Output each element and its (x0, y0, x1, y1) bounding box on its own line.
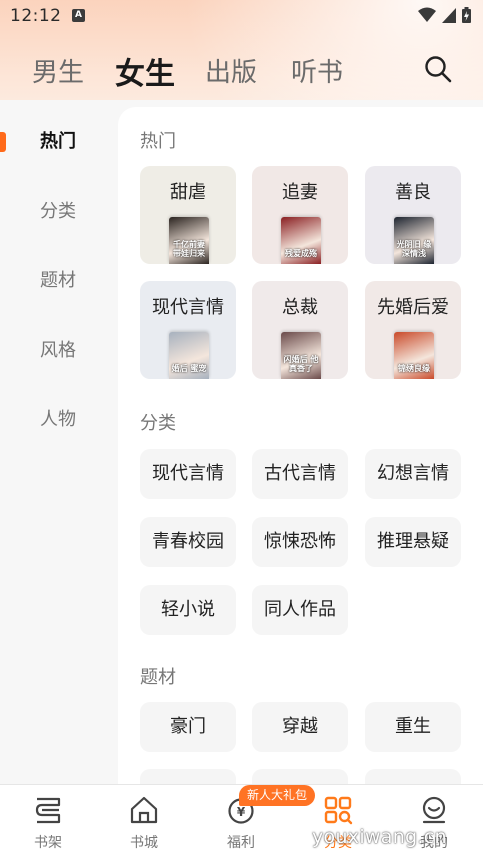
hot-tag-card[interactable]: 甜虐千亿前妻 带娃归来 (140, 166, 236, 264)
new-user-gift-badge[interactable]: 新人大礼包 (239, 785, 316, 806)
status-indicators (418, 7, 471, 23)
book-cover-title: 残爱成殇 (285, 249, 317, 258)
hot-tag-label: 善良 (395, 182, 431, 203)
content-panel: 热门 甜虐 千亿前妻 带娃归来 追妻 残爱成殇 善良 光阴旧 缘深情浅 现代言情 婚后 蜜宠总… (118, 107, 483, 784)
book-cover-title: 千亿前妻 带娃归来 (173, 240, 205, 258)
book-cover-image: 锦绣良缘 (394, 332, 434, 379)
hot-tag-card[interactable]: 总裁闪婚后 他真香了 (252, 281, 348, 379)
tag-chip[interactable]: 现代言情 (140, 449, 236, 499)
tag-chip[interactable]: 豪门 (140, 702, 236, 752)
book-cover-image: 千亿前妻 带娃归来 (169, 217, 209, 264)
nav-item-label: 风格 (40, 340, 76, 361)
book-cover-title: 锦绣良缘 (398, 364, 430, 373)
hot-tag-label: 先婚后爱 (377, 297, 449, 318)
top-channel-tabs: 男生 女生 出版 听书 (0, 40, 483, 100)
watermark-text: youxiwang.cn (312, 826, 447, 848)
tag-chip[interactable]: 惊悚恐怖 (252, 517, 348, 567)
tab-male[interactable]: 男生 (32, 52, 84, 89)
book-cover-image: 残爱成殇 (281, 217, 321, 264)
hot-tag-card[interactable]: 追妻 残爱成殇 (252, 166, 348, 264)
nav-item-style[interactable]: 风格 (0, 331, 118, 371)
tag-chip[interactable]: 穿越 (252, 702, 348, 752)
tab-female[interactable]: 女生 (115, 49, 175, 93)
cellular-signal-icon (442, 7, 456, 23)
svg-text:¥: ¥ (237, 805, 246, 819)
nav-active-indicator (0, 132, 6, 152)
tag-chip[interactable]: 推理悬疑 (365, 517, 461, 567)
bookshelf-icon (35, 797, 61, 824)
nav-item-label: 分类 (40, 201, 76, 222)
bottom-tab-bookstore[interactable]: 书城 (96, 785, 192, 858)
section-title-category: 分类 (140, 413, 176, 434)
tab-publish[interactable]: 出版 (205, 52, 257, 89)
nav-item-label: 题材 (40, 270, 76, 291)
tag-chip[interactable]: 幻想言情 (365, 449, 461, 499)
nav-item-character[interactable]: 人物 (0, 400, 118, 440)
book-cover-image: 光阴旧 缘深情浅 (394, 217, 434, 264)
chip-placeholder[interactable] (140, 769, 236, 784)
chip-placeholder[interactable] (365, 769, 461, 784)
bottom-tab-label: 书城 (130, 835, 158, 851)
app-notification-icon: A (72, 9, 85, 22)
status-bar: 12:12 A (0, 0, 483, 32)
chip-placeholder[interactable] (252, 769, 348, 784)
hot-tag-label: 甜虐 (170, 182, 206, 203)
status-time: 12:12 (10, 6, 62, 26)
book-cover-title: 光阴旧 缘深情浅 (396, 240, 432, 258)
nav-item-label: 热门 (40, 131, 76, 152)
search-icon[interactable] (423, 54, 453, 84)
tag-chip[interactable]: 古代言情 (252, 449, 348, 499)
nav-item-label: 人物 (40, 409, 76, 430)
book-cover-title: 闪婚后 他真香了 (283, 355, 319, 373)
bookstore-home-icon (130, 796, 158, 824)
hot-tag-label: 追妻 (282, 182, 318, 203)
tag-chip[interactable]: 轻小说 (140, 585, 236, 635)
hot-tag-card[interactable]: 现代言情 婚后 蜜宠 (140, 281, 236, 379)
tag-chip[interactable]: 青春校园 (140, 517, 236, 567)
nav-item-hot[interactable]: 热门 (0, 122, 118, 162)
bottom-tab-label: 书架 (34, 835, 62, 851)
book-cover-image: 婚后 蜜宠 (169, 332, 209, 379)
nav-item-category[interactable]: 分类 (0, 192, 118, 232)
battery-icon (462, 7, 471, 23)
hot-tag-label: 现代言情 (152, 297, 224, 318)
tab-audiobook[interactable]: 听书 (291, 52, 343, 89)
category-grid-icon (324, 796, 353, 825)
hot-tag-card[interactable]: 善良光阴旧 缘深情浅 (365, 166, 461, 264)
section-title-theme: 题材 (140, 667, 176, 688)
section-title-hot: 热门 (140, 131, 176, 152)
hot-tag-label: 总裁 (282, 297, 318, 318)
profile-smile-icon (422, 796, 446, 824)
book-cover-title: 婚后 蜜宠 (171, 364, 207, 373)
nav-item-theme[interactable]: 题材 (0, 261, 118, 301)
wifi-icon (418, 7, 436, 22)
bottom-tab-bookshelf[interactable]: 书架 (0, 785, 96, 858)
bottom-tab-label: 福利 (227, 835, 255, 851)
book-cover-image: 闪婚后 他真香了 (281, 332, 321, 379)
hot-tag-card[interactable]: 先婚后爱 锦绣良缘 (365, 281, 461, 379)
tag-chip[interactable]: 同人作品 (252, 585, 348, 635)
tag-chip[interactable]: 重生 (365, 702, 461, 752)
